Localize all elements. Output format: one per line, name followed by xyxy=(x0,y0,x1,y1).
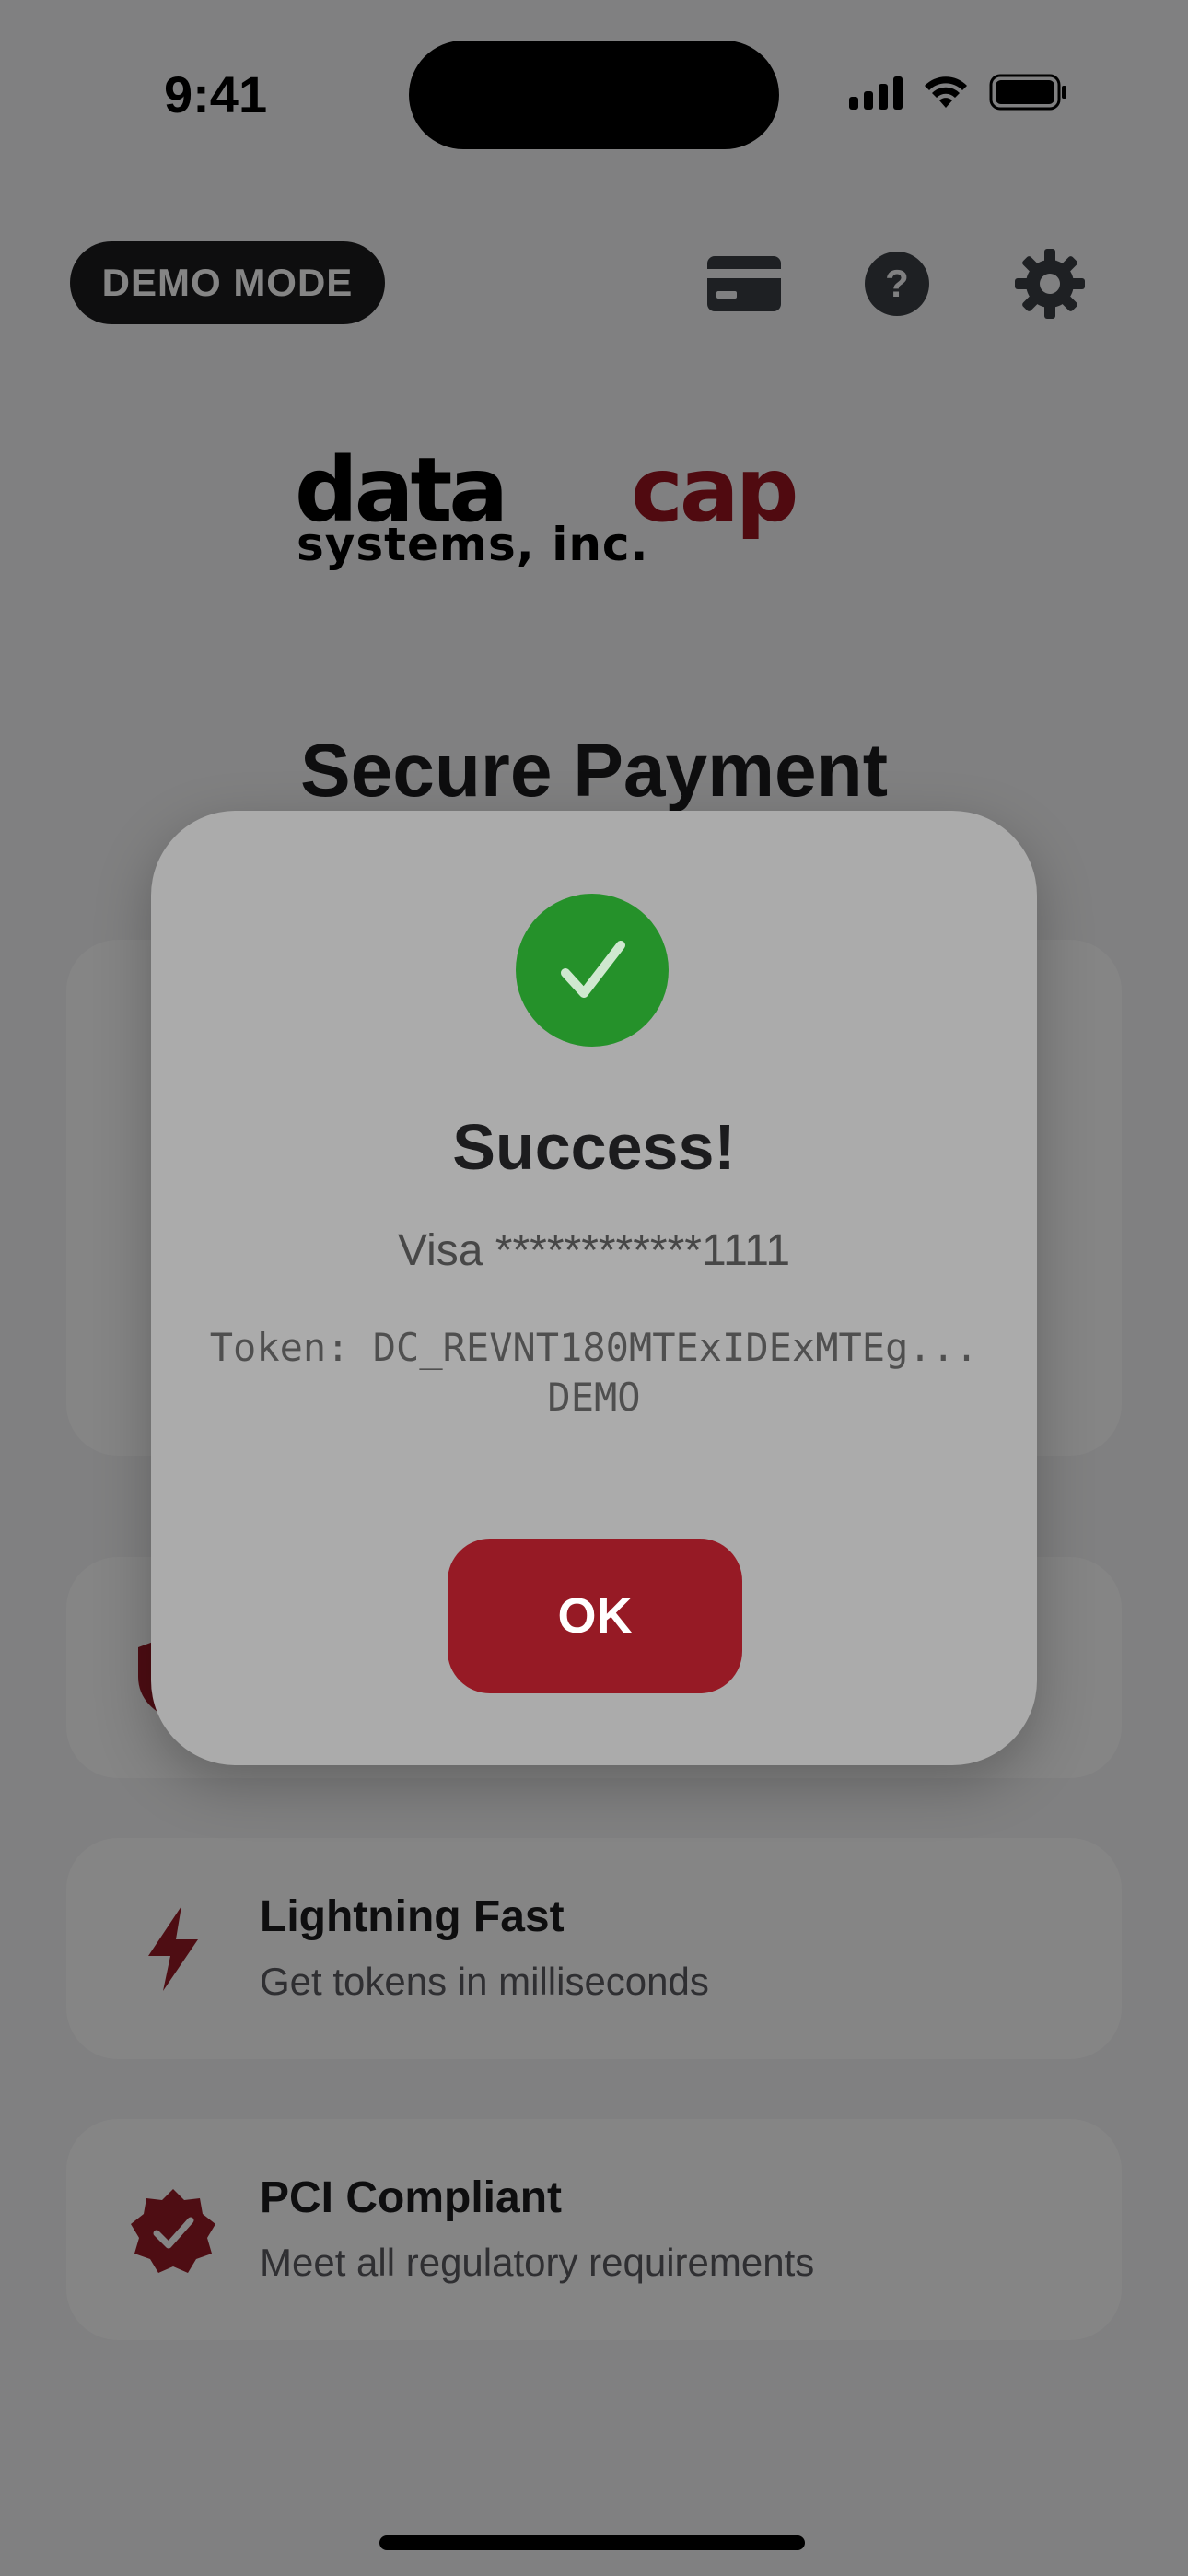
success-dialog: Success! Visa ************1111 Token: DC… xyxy=(151,811,1037,1765)
success-check-icon xyxy=(516,894,669,1047)
dialog-title: Success! xyxy=(452,1111,736,1183)
ok-button[interactable]: OK xyxy=(448,1539,742,1693)
token-text: Token: DC_REVNT180MTExIDExMTEg...DEMO xyxy=(209,1325,979,1420)
masked-card-number: Visa ************1111 xyxy=(397,1226,791,1275)
